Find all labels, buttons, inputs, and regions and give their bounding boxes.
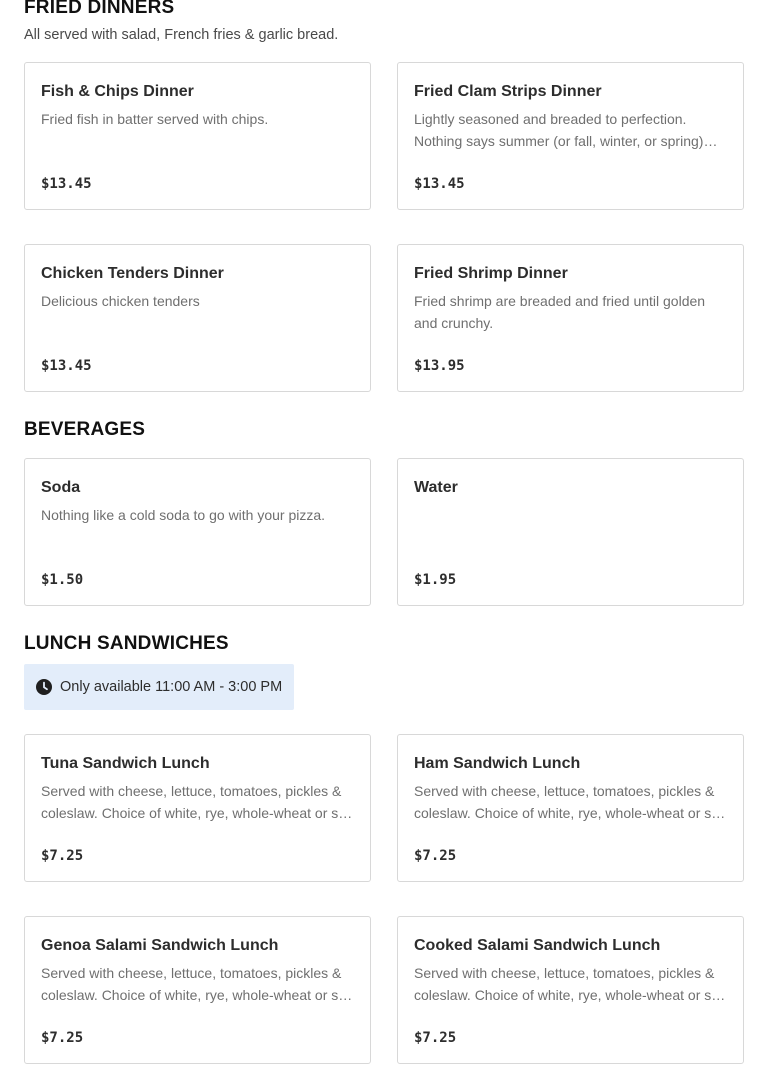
menu-item-description: Served with cheese, lettuce, tomatoes, p…	[414, 965, 727, 1003]
section-title-fried-dinners: FRIED DINNERS	[24, 0, 175, 18]
menu-item-price: $7.25	[414, 1030, 457, 1046]
menu-item-card[interactable]: Soda Nothing like a cold soda to go with…	[24, 458, 371, 606]
menu-item-card[interactable]: Fish & Chips Dinner Fried fish in batter…	[24, 62, 371, 210]
menu-item-name: Cooked Salami Sandwich Lunch	[414, 937, 661, 954]
menu-item-description: Delicious chicken tenders	[41, 293, 200, 309]
menu-item-name: Fried Clam Strips Dinner	[414, 83, 602, 100]
availability-text: Only available 11:00 AM - 3:00 PM	[60, 679, 283, 695]
menu-item-card[interactable]: Tuna Sandwich Lunch Served with cheese, …	[24, 734, 371, 882]
menu-item-name: Chicken Tenders Dinner	[41, 265, 224, 282]
menu-item-price: $7.25	[41, 848, 84, 864]
menu-item-description: Fried fish in batter served with chips.	[41, 111, 269, 127]
menu-item-description: Served with cheese, lettuce, tomatoes, p…	[41, 783, 354, 821]
section-subtitle-fried-dinners: All served with salad, French fries & ga…	[24, 27, 339, 43]
menu-item-price: $1.95	[414, 572, 457, 588]
menu-item-price: $7.25	[41, 1030, 84, 1046]
menu-item-price: $13.45	[414, 176, 465, 192]
menu-item-card[interactable]: Fried Clam Strips Dinner Lightly seasone…	[397, 62, 744, 210]
menu-item-card[interactable]: Ham Sandwich Lunch Served with cheese, l…	[397, 734, 744, 882]
menu-item-name: Genoa Salami Sandwich Lunch	[41, 937, 279, 954]
menu-item-card[interactable]: Cooked Salami Sandwich Lunch Served with…	[397, 916, 744, 1064]
menu-item-name: Ham Sandwich Lunch	[414, 755, 581, 772]
menu-item-price: $13.95	[414, 358, 465, 374]
menu-item-name: Soda	[41, 479, 81, 496]
menu-item-price: $13.45	[41, 358, 92, 374]
menu-item-name: Water	[414, 479, 458, 496]
menu-item-card[interactable]: Fried Shrimp Dinner Fried shrimp are bre…	[397, 244, 744, 392]
menu-item-description: Served with cheese, lettuce, tomatoes, p…	[41, 965, 354, 1003]
menu-item-description: Lightly seasoned and breaded to perfecti…	[414, 111, 704, 149]
section-title-lunch-sandwiches: LUNCH SANDWICHES	[24, 633, 229, 654]
menu-item-description: Fried shrimp are breaded and fried until…	[414, 293, 706, 331]
menu-item-name: Tuna Sandwich Lunch	[41, 755, 210, 772]
menu-item-name: Fried Shrimp Dinner	[414, 265, 568, 282]
menu-item-price: $13.45	[41, 176, 92, 192]
menu-item-description: Nothing like a cold soda to go with your…	[41, 507, 326, 523]
menu-item-card[interactable]: Water $1.95	[397, 458, 744, 606]
availability-banner: Only available 11:00 AM - 3:00 PM	[24, 664, 294, 710]
menu-item-name: Fish & Chips Dinner	[41, 83, 194, 100]
menu-item-description: Served with cheese, lettuce, tomatoes, p…	[414, 783, 727, 821]
menu-item-card[interactable]: Chicken Tenders Dinner Delicious chicken…	[24, 244, 371, 392]
clock-icon	[36, 679, 52, 695]
menu-item-price: $1.50	[41, 572, 84, 588]
menu-item-card[interactable]: Genoa Salami Sandwich Lunch Served with …	[24, 916, 371, 1064]
section-title-beverages: BEVERAGES	[24, 419, 146, 440]
menu-item-price: $7.25	[414, 848, 457, 864]
